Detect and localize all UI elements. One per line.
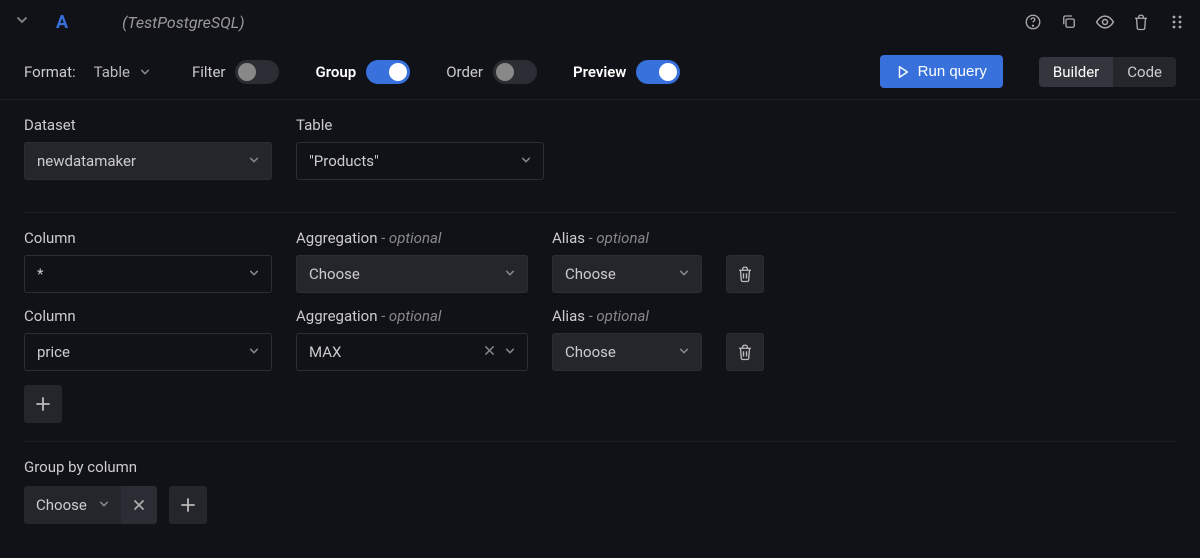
add-column-button[interactable]: [24, 385, 62, 423]
chevron-down-icon: [249, 345, 259, 359]
column-row: Column price Aggregation - optional MAX: [24, 307, 1176, 371]
alias-value: Choose: [565, 265, 616, 283]
query-toolbar: Format: Table Filter Group Order Preview…: [0, 44, 1200, 100]
column-select[interactable]: *: [24, 255, 272, 293]
filter-label: Filter: [192, 63, 226, 81]
copy-icon[interactable]: [1058, 11, 1080, 33]
help-icon[interactable]: [1022, 11, 1044, 33]
alias-select[interactable]: Choose: [552, 255, 702, 293]
chevron-down-icon: [505, 345, 515, 359]
format-select[interactable]: Table: [88, 59, 156, 85]
order-toggle[interactable]: [493, 60, 537, 84]
chevron-down-icon: [249, 154, 259, 168]
dataset-select[interactable]: newdatamaker: [24, 142, 272, 180]
delete-row-button[interactable]: [726, 333, 764, 371]
group-label: Group: [315, 63, 356, 81]
trash-icon: [736, 265, 754, 283]
column-value: *: [37, 265, 43, 283]
view-builder-tab[interactable]: Builder: [1039, 57, 1113, 87]
groupby-select[interactable]: Choose: [24, 486, 121, 524]
aggregation-value: MAX: [309, 343, 341, 361]
columns-section: Column * Aggregation - optional Choose: [24, 212, 1176, 441]
drag-handle-icon[interactable]: [1166, 11, 1188, 33]
trash-icon[interactable]: [1130, 11, 1152, 33]
table-value: "Products": [309, 152, 379, 170]
run-query-button[interactable]: Run query: [880, 55, 1003, 88]
view-code-tab[interactable]: Code: [1113, 57, 1176, 87]
preview-toggle[interactable]: [636, 60, 680, 84]
preview-label: Preview: [573, 63, 626, 81]
delete-row-button[interactable]: [726, 255, 764, 293]
table-label: Table: [296, 116, 544, 134]
column-value: price: [37, 343, 70, 361]
clear-icon[interactable]: [484, 345, 495, 360]
aggregation-select[interactable]: Choose: [296, 255, 528, 293]
chevron-down-icon: [249, 267, 259, 281]
eye-icon[interactable]: [1094, 11, 1116, 33]
column-label: Column: [24, 307, 272, 325]
datasource-name: (TestPostgreSQL): [122, 13, 244, 32]
aggregation-label: Aggregation - optional: [296, 229, 528, 247]
aggregation-value: Choose: [309, 265, 360, 283]
run-query-label: Run query: [918, 63, 987, 80]
groupby-clear-button[interactable]: [121, 486, 157, 524]
chevron-down-icon: [140, 67, 150, 77]
chevron-down-icon: [505, 267, 515, 281]
chevron-down-icon: [679, 345, 689, 359]
trash-icon: [736, 343, 754, 361]
query-header: A (TestPostgreSQL): [0, 0, 1200, 44]
chevron-down-icon: [521, 154, 531, 168]
plus-icon: [35, 396, 51, 412]
format-value: Table: [94, 63, 130, 81]
dataset-value: newdatamaker: [37, 152, 136, 170]
format-label: Format:: [24, 63, 76, 81]
groupby-section: Group by column Choose: [24, 441, 1176, 542]
play-icon: [896, 65, 910, 79]
alias-value: Choose: [565, 343, 616, 361]
column-select[interactable]: price: [24, 333, 272, 371]
group-toggle[interactable]: [366, 60, 410, 84]
aggregation-select[interactable]: MAX: [296, 333, 528, 371]
plus-icon: [180, 497, 196, 513]
chevron-down-icon: [99, 498, 109, 512]
alias-label: Alias - optional: [552, 307, 702, 325]
groupby-value: Choose: [36, 496, 87, 514]
query-ref-label[interactable]: A: [48, 12, 76, 33]
order-label: Order: [446, 63, 483, 81]
column-row: Column * Aggregation - optional Choose: [24, 229, 1176, 293]
chevron-down-icon: [679, 267, 689, 281]
aggregation-label: Aggregation - optional: [296, 307, 528, 325]
alias-select[interactable]: Choose: [552, 333, 702, 371]
collapse-icon[interactable]: [12, 10, 32, 34]
filter-toggle[interactable]: [235, 60, 279, 84]
dataset-label: Dataset: [24, 116, 272, 134]
column-label: Column: [24, 229, 272, 247]
alias-label: Alias - optional: [552, 229, 702, 247]
dataset-section: Dataset newdatamaker Table "Products": [24, 116, 1176, 212]
view-mode-toggle: Builder Code: [1039, 57, 1176, 87]
groupby-label: Group by column: [24, 458, 1176, 476]
add-groupby-button[interactable]: [169, 486, 207, 524]
table-select[interactable]: "Products": [296, 142, 544, 180]
close-icon: [133, 499, 145, 511]
